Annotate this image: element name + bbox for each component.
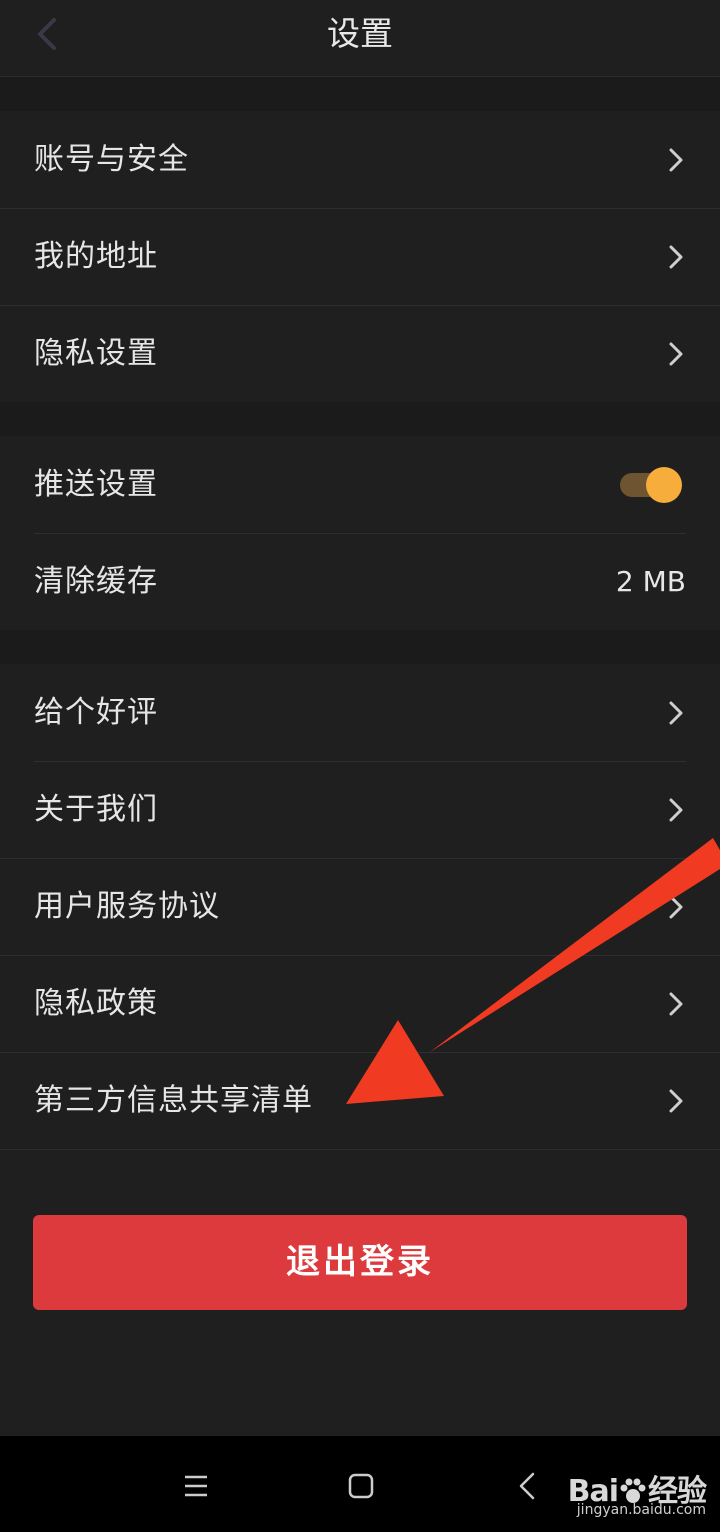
row-label: 推送设置 <box>34 467 158 502</box>
chevron-right-icon <box>669 895 683 919</box>
chevron-right-icon <box>669 245 683 269</box>
chevron-right-icon <box>669 798 683 822</box>
square-home-icon[interactable] <box>341 1466 381 1506</box>
toggle-knob <box>646 467 682 503</box>
top-bar: 设置 <box>0 0 720 77</box>
row-label: 清除缓存 <box>34 564 158 599</box>
push-toggle[interactable] <box>620 467 682 503</box>
chevron-right-icon <box>669 1089 683 1113</box>
row-third-party-sharing[interactable]: 第三方信息共享清单 <box>0 1053 720 1149</box>
row-privacy-policy[interactable]: 隐私政策 <box>0 956 720 1052</box>
logout-button[interactable]: 退出登录 <box>33 1215 687 1310</box>
row-label: 我的地址 <box>34 239 158 274</box>
paw-icon <box>620 1478 646 1503</box>
row-label: 隐私政策 <box>34 986 158 1021</box>
section-gap <box>0 77 720 111</box>
chevron-right-icon <box>669 701 683 725</box>
baidu-jingyan-watermark: Bai 经验 jingyan.baidu.com <box>568 1466 707 1518</box>
menu-icon[interactable] <box>176 1466 216 1506</box>
row-label: 用户服务协议 <box>34 889 220 924</box>
section-gap <box>0 402 720 436</box>
row-label: 账号与安全 <box>34 142 189 177</box>
section-gap <box>0 630 720 664</box>
row-label: 给个好评 <box>34 695 158 730</box>
chevron-right-icon <box>669 342 683 366</box>
row-user-agreement[interactable]: 用户服务协议 <box>0 859 720 955</box>
row-label: 隐私设置 <box>34 336 158 371</box>
row-account-security[interactable]: 账号与安全 <box>0 112 720 208</box>
row-rate-us[interactable]: 给个好评 <box>0 665 720 761</box>
row-label: 第三方信息共享清单 <box>34 1083 313 1118</box>
chevron-right-icon <box>669 992 683 1016</box>
row-about-us[interactable]: 关于我们 <box>0 762 720 858</box>
page-title: 设置 <box>327 14 393 53</box>
cache-size-value: 2 MB <box>615 565 686 598</box>
row-label: 关于我们 <box>34 792 158 827</box>
row-privacy-settings[interactable]: 隐私设置 <box>0 306 720 402</box>
divider <box>0 1149 720 1150</box>
row-my-address[interactable]: 我的地址 <box>0 209 720 305</box>
back-icon[interactable] <box>508 1466 548 1506</box>
chevron-right-icon <box>669 148 683 172</box>
watermark-url: jingyan.baidu.com <box>576 1502 706 1518</box>
row-push-settings: 推送设置 <box>0 437 720 533</box>
row-clear-cache[interactable]: 清除缓存 2 MB <box>0 534 720 630</box>
